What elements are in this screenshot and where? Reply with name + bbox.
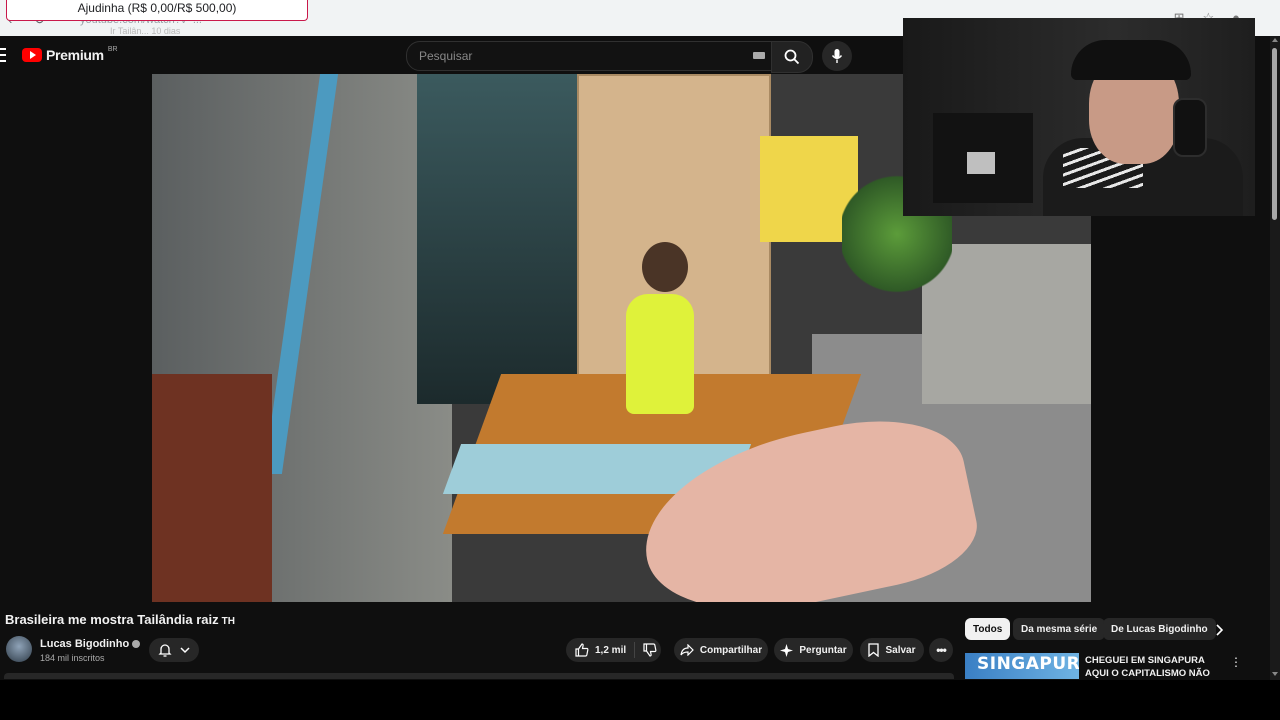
save-button[interactable]: Salvar <box>860 638 924 662</box>
webcam-overlay <box>903 18 1255 216</box>
chip-same-series[interactable]: Da mesma série <box>1013 618 1106 640</box>
keyboard-icon[interactable] <box>753 52 765 59</box>
more-actions-button[interactable]: ••• <box>929 638 953 662</box>
donation-overlay: Ajudinha (R$ 0,00/R$ 500,00) <box>6 0 308 21</box>
chip-channel[interactable]: De Lucas Bigodinho <box>1103 618 1216 640</box>
share-button[interactable]: Compartilhar <box>674 638 768 662</box>
search-box <box>406 41 772 71</box>
sparkle-icon <box>780 643 794 657</box>
channel-name-text[interactable]: Lucas Bigodinho <box>40 638 129 650</box>
video-frame-child-head <box>642 242 688 292</box>
bell-icon <box>158 644 172 657</box>
menu-icon[interactable] <box>0 48 6 62</box>
dislike-button[interactable] <box>643 643 657 657</box>
thumbs-up-icon <box>575 643 589 657</box>
bottom-strip <box>0 680 1280 720</box>
voice-search-button[interactable] <box>822 41 852 71</box>
video-frame-child <box>626 294 694 414</box>
avatar[interactable] <box>6 636 32 662</box>
chip-all[interactable]: Todos <box>965 618 1011 640</box>
chevron-down-icon <box>180 647 190 654</box>
recommended-thumbnail-text: SINGAPURA <box>977 654 1079 674</box>
notification-button[interactable] <box>149 638 199 662</box>
like-count: 1,2 mil <box>595 644 627 656</box>
title-language: TH <box>221 616 235 627</box>
scroll-down-icon[interactable] <box>1272 672 1278 676</box>
logo-region: BR <box>107 45 118 53</box>
youtube-logo-icon <box>22 48 42 62</box>
address-hint: Ir Tailân... 10 dias <box>110 26 181 36</box>
more-icon: ••• <box>936 643 947 657</box>
recommended-thumbnail[interactable]: SINGAPURA <box>965 653 1079 679</box>
mic-icon <box>831 49 843 63</box>
share-icon <box>680 644 694 656</box>
channel-name[interactable]: Lucas Bigodinho <box>40 638 141 650</box>
description-box[interactable] <box>4 673 954 679</box>
youtube-logo[interactable]: Premium BR <box>22 45 118 63</box>
search-icon <box>784 49 800 65</box>
search-button[interactable] <box>771 41 813 73</box>
video-frame-foreground <box>152 374 272 602</box>
bookmark-icon <box>868 643 880 657</box>
video-title: Brasileira me mostra Tailândia raiz TH <box>5 612 235 627</box>
scrollbar-thumb[interactable] <box>1272 48 1277 220</box>
like-dislike-group: 1,2 mil <box>566 638 661 662</box>
ask-button[interactable]: Perguntar <box>774 638 853 662</box>
scroll-up-icon[interactable] <box>1272 38 1278 42</box>
thumbs-down-icon <box>643 643 657 657</box>
video-frame-doorway <box>417 74 577 404</box>
webcam-cap <box>1071 40 1191 80</box>
webcam-headset <box>1173 98 1207 157</box>
save-label: Salvar <box>885 644 916 656</box>
verified-icon <box>132 640 141 649</box>
like-divider <box>634 642 636 658</box>
subscriber-count: 184 mil inscritos <box>40 653 105 663</box>
search-input[interactable] <box>417 48 741 64</box>
scrollbar[interactable] <box>1270 36 1280 680</box>
ask-label: Perguntar <box>799 644 847 656</box>
video-title-text: Brasileira me mostra Tailândia raiz <box>5 612 219 627</box>
logo-text: Premium <box>46 47 104 63</box>
like-button[interactable]: 1,2 mil <box>575 643 626 657</box>
chevron-right-icon[interactable] <box>1214 624 1226 636</box>
share-label: Compartilhar <box>699 644 763 656</box>
recommended-more-icon[interactable]: ⋮ <box>1230 655 1242 669</box>
webcam-screen <box>967 152 995 174</box>
